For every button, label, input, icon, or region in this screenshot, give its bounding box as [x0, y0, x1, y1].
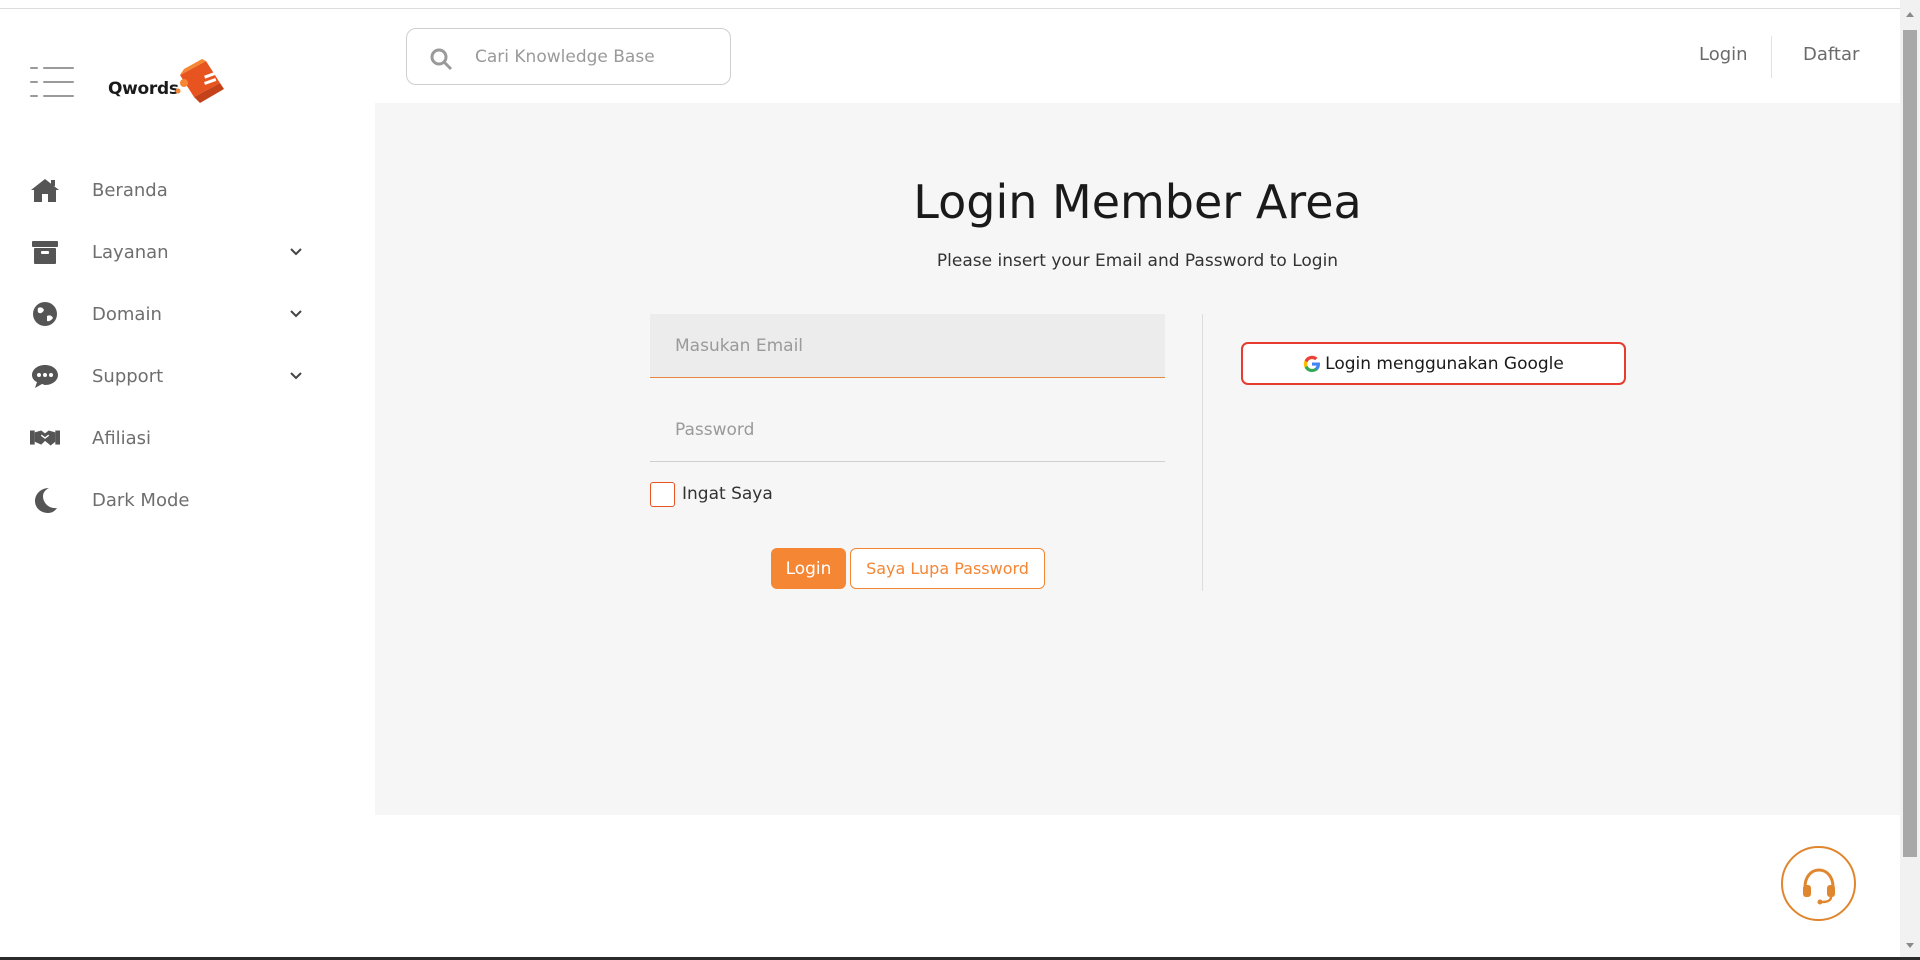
header-divider	[1771, 36, 1772, 78]
header-register-link[interactable]: Daftar	[1803, 44, 1859, 65]
archive-box-icon	[30, 237, 60, 267]
login-panel: Login Member Area Please insert your Ema…	[375, 103, 1900, 815]
sidebar-item-domain[interactable]: Domain	[30, 283, 310, 345]
headset-icon	[1802, 867, 1835, 904]
remember-label: Ingat Saya	[682, 484, 773, 504]
sidebar-item-label: Layanan	[92, 241, 169, 263]
page-title: Login Member Area	[913, 175, 1362, 229]
chevron-down-icon	[290, 248, 302, 256]
google-login-label: Login menggunakan Google	[1325, 353, 1564, 374]
password-input[interactable]	[650, 398, 1165, 461]
header-login-link[interactable]: Login	[1699, 44, 1748, 65]
logo[interactable]: Qwords	[108, 57, 228, 109]
login-button[interactable]: Login	[771, 548, 846, 589]
remember-me[interactable]: Ingat Saya	[650, 481, 773, 507]
scrollbar-thumb[interactable]	[1903, 30, 1917, 857]
logo-mark-icon	[175, 59, 224, 103]
scroll-down-arrow-icon[interactable]	[1906, 943, 1914, 948]
sidebar-item-label: Afiliasi	[92, 427, 152, 449]
moon-icon	[30, 485, 60, 515]
sidebar-item-beranda[interactable]: Beranda	[30, 159, 310, 221]
globe-icon	[30, 299, 60, 329]
search-box[interactable]	[406, 28, 731, 85]
search-icon	[430, 48, 453, 71]
sidebar-item-label: Domain	[92, 303, 162, 325]
vertical-divider	[1202, 314, 1203, 591]
support-chat-button[interactable]	[1781, 846, 1856, 921]
sidebar-item-afiliasi[interactable]: Afiliasi	[30, 407, 310, 469]
google-icon	[1303, 355, 1321, 372]
sidebar: Qwords Beranda Layanan Domain Support Af…	[0, 9, 374, 957]
top-border	[0, 0, 1900, 9]
sidebar-item-label: Dark Mode	[92, 489, 190, 511]
chat-bubble-icon	[30, 361, 60, 391]
sidebar-item-layanan[interactable]: Layanan	[30, 221, 310, 283]
search-input[interactable]	[475, 29, 715, 84]
forgot-password-button[interactable]: Saya Lupa Password	[850, 548, 1045, 589]
scroll-up-arrow-icon[interactable]	[1906, 12, 1914, 17]
email-field[interactable]	[650, 314, 1165, 378]
sidebar-item-label: Beranda	[92, 179, 168, 201]
sidebar-nav: Beranda Layanan Domain Support Afiliasi …	[30, 159, 310, 531]
sidebar-item-support[interactable]: Support	[30, 345, 310, 407]
email-input[interactable]	[650, 314, 1165, 377]
hamburger-menu-icon[interactable]	[30, 65, 74, 99]
home-icon	[30, 175, 60, 205]
handshake-icon	[30, 423, 60, 453]
vertical-scrollbar[interactable]	[1900, 0, 1920, 960]
logo-text: Qwords	[108, 79, 179, 99]
chevron-down-icon	[290, 372, 302, 380]
remember-checkbox[interactable]	[650, 481, 675, 507]
sidebar-item-dark-mode[interactable]: Dark Mode	[30, 469, 310, 531]
page-subtitle: Please insert your Email and Password to…	[936, 251, 1339, 271]
google-login-button[interactable]: Login menggunakan Google	[1241, 342, 1626, 385]
chevron-down-icon	[290, 310, 302, 318]
sidebar-item-label: Support	[92, 365, 164, 387]
password-field[interactable]	[650, 398, 1165, 462]
